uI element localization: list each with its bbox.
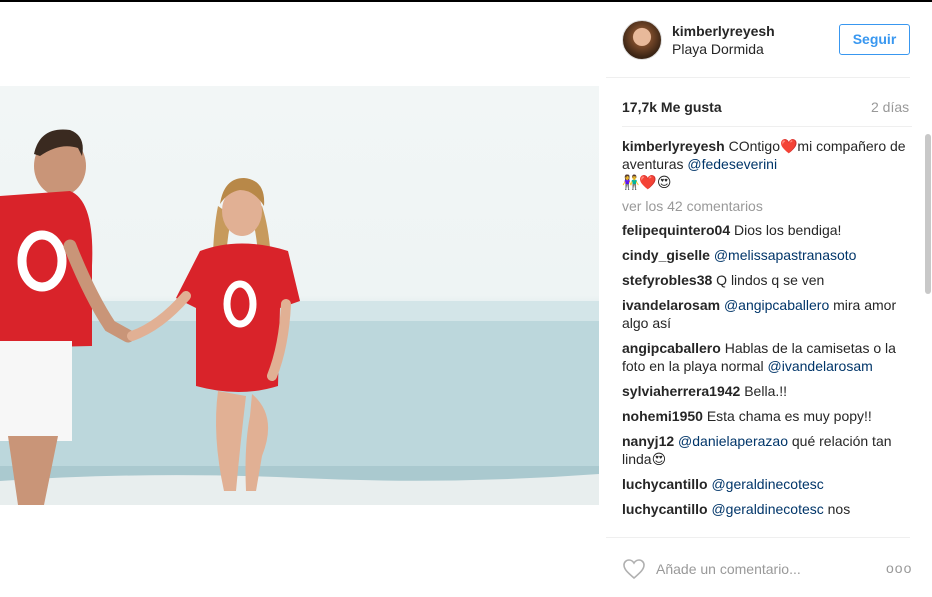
comment-username[interactable]: stefyrobles38 (622, 272, 712, 288)
comment-item: nanyj12 @danielaperazao qué relación tan… (622, 432, 912, 468)
comment-username[interactable]: sylviaherrera1942 (622, 383, 740, 399)
comment-username[interactable]: nanyj12 (622, 433, 674, 449)
comment-username[interactable]: angipcaballero (622, 340, 721, 356)
post-details-panel: kimberlyreyesh Playa Dormida Seguir 17,7… (606, 0, 932, 597)
avatar[interactable] (622, 20, 662, 60)
comment-username[interactable]: ivandelarosam (622, 297, 720, 313)
comment-mention[interactable]: @geraldinecotesc (711, 476, 823, 492)
comment-text: Esta chama es muy popy!! (706, 408, 872, 424)
add-comment-input[interactable] (656, 558, 856, 580)
comment-mention[interactable]: @melissapastranasoto (714, 247, 857, 263)
comments-list: kimberlyreyesh COntigo❤️mi compañero de … (622, 126, 912, 536)
comment-footer: ooo (606, 537, 912, 597)
post-header: kimberlyreyesh Playa Dormida Seguir (606, 0, 910, 78)
time-ago[interactable]: 2 días (871, 99, 909, 115)
caption-emojis: 👫❤️😍 (622, 174, 672, 190)
heart-outline-icon[interactable] (622, 558, 646, 580)
comment-text: Bella.!! (744, 383, 788, 399)
comment-item: angipcaballero Hablas de la camisetas o … (622, 339, 912, 375)
comment-username[interactable]: luchycantillo (622, 476, 708, 492)
username-link[interactable]: kimberlyreyesh (672, 23, 775, 39)
comment-item: luchycantillo @geraldinecotesc (622, 475, 912, 493)
comment-username[interactable]: nohemi1950 (622, 408, 703, 424)
caption-mention[interactable]: @fedeseverini (687, 156, 777, 172)
comments-scrollbar[interactable] (924, 126, 932, 536)
beach-couple-image (0, 129, 599, 505)
comment-username[interactable]: felipequintero04 (622, 222, 730, 238)
follow-button[interactable]: Seguir (839, 24, 910, 55)
comment-text: Q lindos q se ven (716, 272, 825, 288)
likes-count[interactable]: 17,7k Me gusta (622, 99, 722, 115)
more-options-icon[interactable]: ooo (886, 560, 912, 576)
caption: kimberlyreyesh COntigo❤️mi compañero de … (622, 137, 912, 191)
caption-text-1: COntigo (728, 138, 780, 154)
caption-username[interactable]: kimberlyreyesh (622, 138, 725, 154)
comment-mention[interactable]: @danielaperazao (678, 433, 788, 449)
comment-mention[interactable]: @geraldinecotesc (711, 501, 823, 517)
comment-mention[interactable]: @ivandelarosam (768, 358, 873, 374)
comment-item: ivandelarosam @angipcaballero mira amor … (622, 296, 912, 332)
scrollbar-thumb[interactable] (925, 134, 931, 294)
comment-username[interactable]: cindy_giselle (622, 247, 710, 263)
post-photo[interactable] (0, 86, 599, 505)
comment-item: felipequintero04 Dios los bendiga! (622, 221, 912, 239)
location-link[interactable]: Playa Dormida (672, 41, 764, 57)
comment-item: stefyrobles38 Q lindos q se ven (622, 271, 912, 289)
comment-item: cindy_giselle @melissapastranasoto (622, 246, 912, 264)
comment-item: sylviaherrera1942 Bella.!! (622, 382, 912, 400)
comment-item: luchycantillo @geraldinecotesc nos (622, 500, 912, 518)
view-all-comments-link[interactable]: ver los 42 comentarios (622, 198, 912, 214)
comment-item: nohemi1950 Esta chama es muy popy!! (622, 407, 912, 425)
comment-text: Dios los bendiga! (734, 222, 842, 238)
comment-text: nos (827, 501, 851, 517)
comment-username[interactable]: luchycantillo (622, 501, 708, 517)
comment-mention[interactable]: @angipcaballero (724, 297, 829, 313)
caption-heart: ❤️ (779, 138, 798, 154)
